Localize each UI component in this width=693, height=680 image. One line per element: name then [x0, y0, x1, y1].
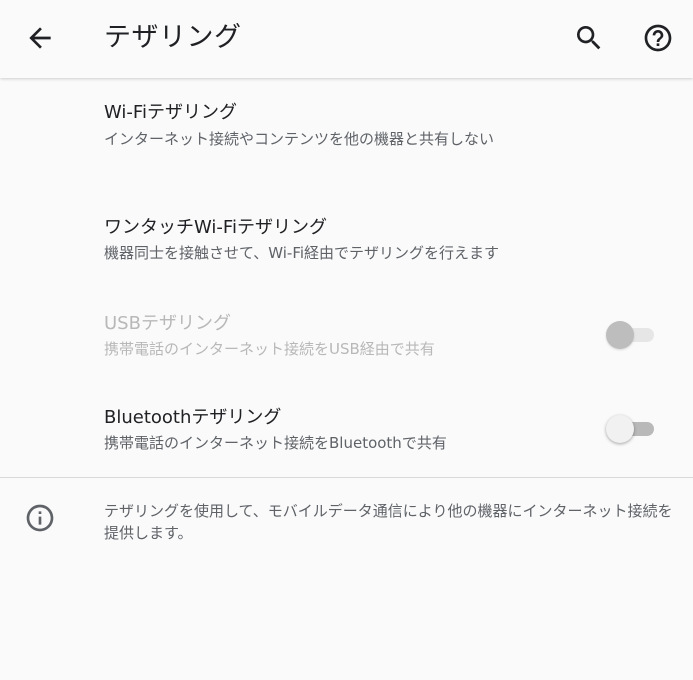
wifi-tethering-item[interactable]: Wi-Fiテザリング インターネット接続やコンテンツを他の機器と共有しない: [0, 78, 693, 186]
bluetooth-tethering-switch[interactable]: [606, 413, 658, 445]
back-button[interactable]: [16, 14, 64, 62]
one-touch-wifi-tethering-item[interactable]: ワンタッチWi-Fiテザリング 機器同士を接触させて、Wi-Fi経由でテザリング…: [0, 196, 693, 282]
search-icon: [577, 26, 601, 50]
item-summary: 携帯電話のインターネット接続をBluetoothで共有: [104, 434, 447, 452]
info-icon: [26, 504, 54, 532]
usb-tethering-item: USBテザリング 携帯電話のインターネット接続をUSB経由で共有: [0, 292, 693, 380]
footer-info-text: テザリングを使用して、モバイルデータ通信により他の機器にインターネット接続を提供…: [104, 502, 673, 542]
item-title: Bluetoothテザリング: [104, 407, 282, 428]
item-summary: 機器同士を接触させて、Wi-Fi経由でテザリングを行えます: [104, 244, 500, 262]
item-summary: 携帯電話のインターネット接続をUSB経由で共有: [104, 340, 435, 358]
item-title: Wi-Fiテザリング: [104, 102, 237, 123]
help-icon: [644, 24, 672, 52]
switch-thumb: [606, 415, 634, 443]
arrow-back-icon: [29, 27, 51, 49]
search-button[interactable]: [565, 14, 613, 62]
usb-tethering-switch: [606, 319, 658, 351]
help-button[interactable]: [634, 14, 682, 62]
item-summary: インターネット接続やコンテンツを他の機器と共有しない: [104, 130, 495, 148]
app-bar: テザリング: [0, 0, 693, 78]
page-title: テザリング: [104, 22, 242, 53]
item-title: ワンタッチWi-Fiテザリング: [104, 217, 327, 238]
bluetooth-tethering-item[interactable]: Bluetoothテザリング 携帯電話のインターネット接続をBluetoothで…: [0, 388, 693, 476]
divider: [0, 477, 693, 478]
item-title: USBテザリング: [104, 313, 231, 334]
switch-thumb: [606, 321, 634, 349]
